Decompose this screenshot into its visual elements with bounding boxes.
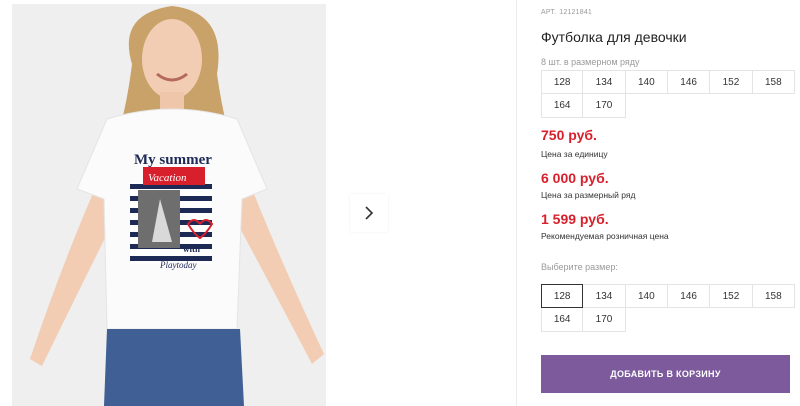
retail-price: 1 599 руб. — [541, 211, 609, 227]
print-text-2: Vacation — [148, 172, 187, 184]
pack-size-cell: 146 — [666, 70, 711, 94]
pack-size-cell: 128 — [541, 70, 584, 94]
add-to-cart-button[interactable]: ДОБАВИТЬ В КОРЗИНУ — [541, 355, 790, 393]
next-image-button[interactable] — [350, 194, 388, 232]
pack-price-label: Цена за размерный ряд — [541, 190, 636, 200]
size-option-134[interactable]: 134 — [582, 284, 626, 308]
size-option-140[interactable]: 140 — [624, 284, 668, 308]
choose-size-label: Выберите размер: — [541, 262, 618, 272]
pack-size-cell: 158 — [751, 70, 795, 94]
size-option-164[interactable]: 164 — [541, 307, 584, 332]
product-title: Футболка для девочки — [541, 29, 687, 45]
pack-size-cell: 170 — [582, 93, 626, 118]
pack-size-cell: 140 — [624, 70, 668, 94]
pack-label: 8 шт. в размерном ряду — [541, 57, 640, 67]
size-option-128[interactable]: 128 — [541, 284, 584, 308]
size-option-158[interactable]: 158 — [751, 284, 795, 308]
pack-size-grid: 128 134 140 146 152 158 164 170 — [541, 70, 795, 118]
article-number: АРТ. 12121841 — [541, 9, 593, 16]
divider — [516, 0, 517, 406]
pack-price: 6 000 руб. — [541, 170, 609, 186]
size-option-146[interactable]: 146 — [666, 284, 711, 308]
size-selector: 128 134 140 146 152 158 164 170 — [541, 284, 795, 332]
pack-size-cell: 134 — [582, 70, 626, 94]
unit-price: 750 руб. — [541, 127, 597, 143]
size-option-170[interactable]: 170 — [582, 307, 626, 332]
size-option-152[interactable]: 152 — [709, 284, 753, 308]
print-text-1: My summer — [134, 152, 212, 168]
print-text-4: Playtoday — [159, 260, 197, 270]
product-photo: My summer Vacation with Playtoday — [12, 4, 326, 406]
chevron-right-icon — [365, 206, 374, 220]
print-text-3: with — [183, 244, 200, 254]
retail-price-label: Рекомендуемая розничная цена — [541, 231, 669, 241]
unit-price-label: Цена за единицу — [541, 149, 608, 159]
pack-size-cell: 152 — [709, 70, 753, 94]
pack-size-cell: 164 — [541, 93, 584, 118]
